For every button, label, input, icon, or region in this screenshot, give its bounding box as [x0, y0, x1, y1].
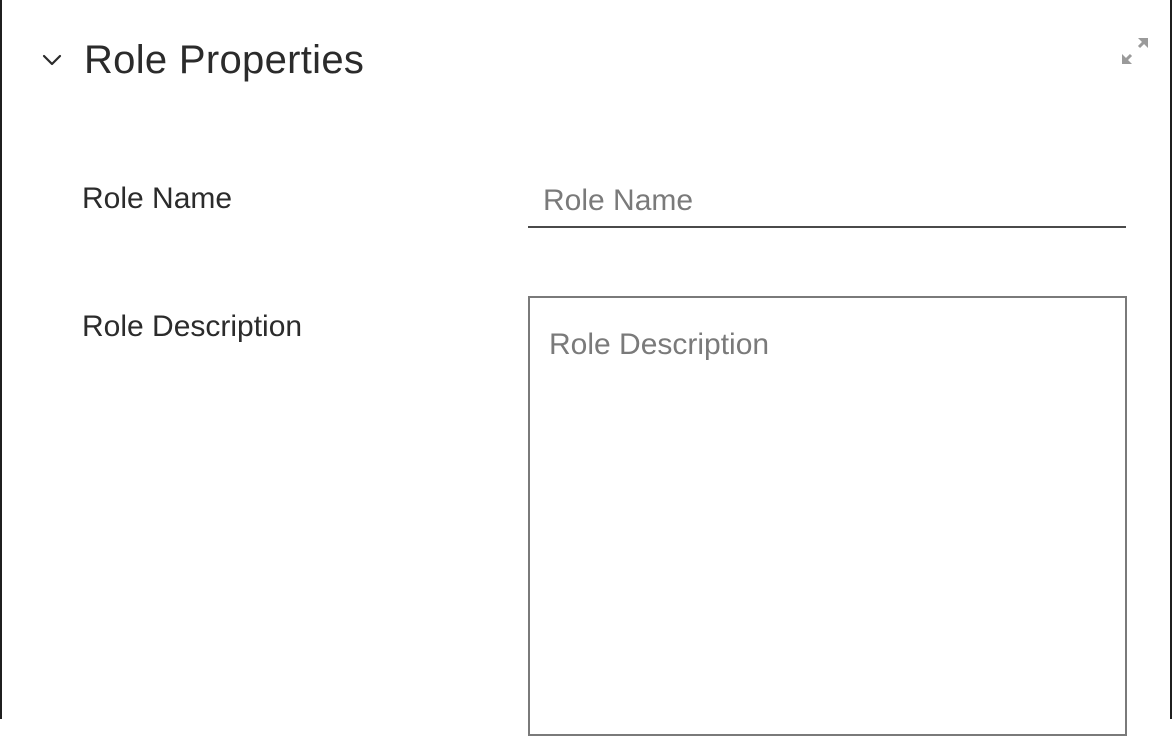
panel-title: Role Properties	[84, 37, 365, 82]
expand-arrows-icon[interactable]	[1120, 36, 1150, 66]
panel-header-toggle[interactable]: Role Properties	[42, 30, 364, 90]
role-name-input[interactable]	[528, 176, 1126, 228]
role-description-textarea[interactable]	[528, 296, 1127, 736]
role-description-label: Role Description	[82, 310, 303, 343]
chevron-down-icon	[42, 54, 62, 66]
role-name-label: Role Name	[82, 182, 233, 215]
role-properties-panel: Role Properties Role Name Role Descripti…	[0, 0, 1172, 736]
